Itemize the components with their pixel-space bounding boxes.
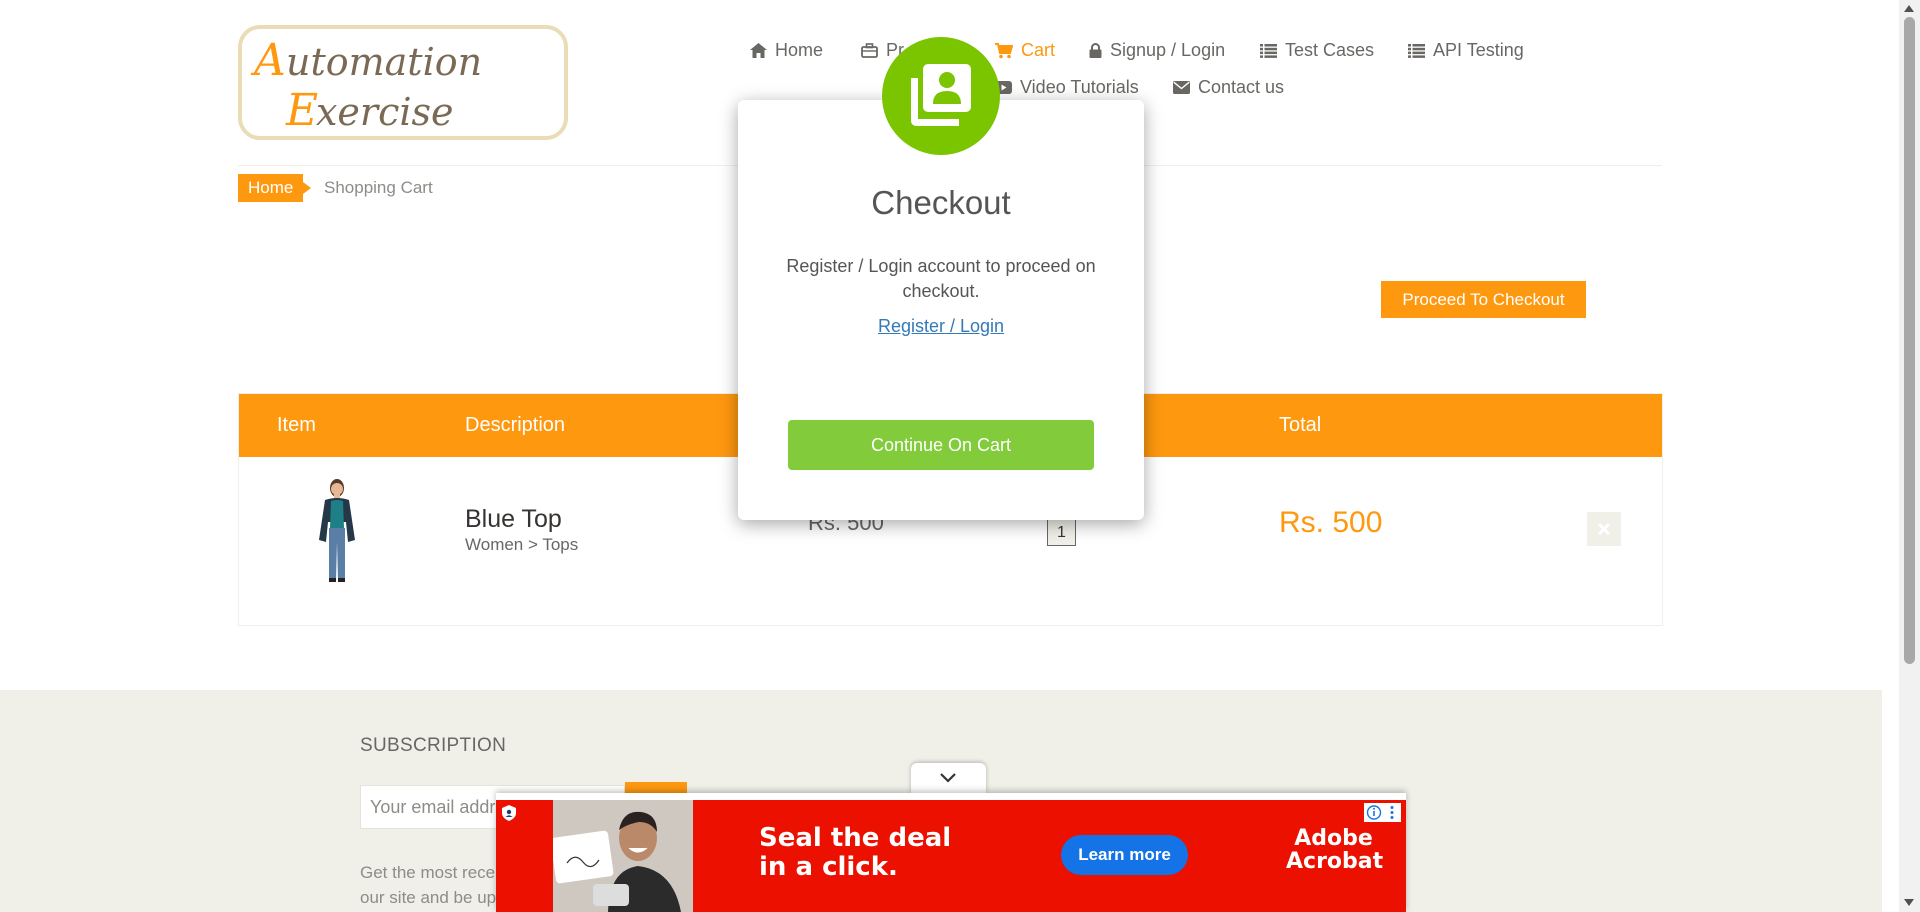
product-quantity: 1 — [1047, 519, 1076, 546]
list-icon — [1408, 43, 1425, 58]
nav-cart-label: Cart — [1021, 40, 1056, 60]
product-image[interactable] — [305, 478, 369, 583]
logo-initial-a: A — [250, 35, 286, 86]
site-logo[interactable]: A utomation E xercise — [238, 25, 568, 140]
logo-line2: xercise — [316, 90, 454, 134]
logo-wordmark: A utomation E xercise — [250, 35, 482, 136]
nav-contact-us-label: Contact us — [1198, 77, 1285, 97]
nav-home[interactable]: Home — [750, 40, 823, 61]
nav-test-cases[interactable]: Test Cases — [1260, 40, 1374, 61]
checkout-modal: Checkout Register / Login account to pro… — [738, 100, 1144, 520]
ad-photo — [553, 800, 693, 912]
lock-icon — [1089, 43, 1102, 58]
logo-line1: utomation — [286, 40, 482, 84]
scroll-down-arrow[interactable] — [1904, 899, 1914, 906]
modal-body: Register / Login account to proceed on c… — [786, 256, 1096, 301]
ad-privacy-icon[interactable] — [500, 804, 518, 822]
nav-test-cases-label: Test Cases — [1285, 40, 1375, 60]
chevron-down-icon — [940, 773, 956, 783]
product-category: Women > Tops — [465, 535, 579, 554]
list-icon — [1260, 43, 1277, 58]
contact-book-icon — [911, 64, 971, 126]
ad-headline-line2: in a click. — [759, 852, 898, 882]
nav-api-testing[interactable]: API Testing — [1408, 40, 1524, 61]
register-login-link[interactable]: Register / Login — [738, 316, 1144, 337]
logo-initial-e: E — [285, 85, 318, 136]
continue-on-cart-button[interactable]: Continue On Cart — [788, 420, 1094, 470]
nav-contact-us[interactable]: Contact us — [1173, 77, 1284, 98]
proceed-to-checkout-button[interactable]: Proceed To Checkout — [1381, 281, 1586, 318]
product-total: Rs. 500 — [1279, 506, 1383, 539]
page: A utomation E xercise Home Pr Cart Signu… — [0, 0, 1882, 912]
header-item: Item — [277, 414, 316, 436]
ad-headline-line1: Seal the deal — [759, 823, 952, 853]
ad-person-image — [553, 800, 693, 912]
nav-signup-login-label: Signup / Login — [1110, 40, 1226, 60]
ad-banner[interactable]: Seal the deal in a click. Learn more Ado… — [496, 793, 1406, 912]
ad-collapse-button[interactable] — [911, 763, 986, 793]
briefcase-icon — [861, 43, 878, 58]
ad-brand: Adobe Acrobat — [1286, 826, 1384, 874]
header-total: Total — [1279, 414, 1322, 436]
nav-video-tutorials-label: Video Tutorials — [1020, 77, 1139, 97]
cart-icon — [995, 42, 1013, 58]
nav-api-testing-label: API Testing — [1433, 40, 1524, 60]
page-scrollbar[interactable] — [1899, 0, 1920, 912]
envelope-icon — [1173, 81, 1190, 94]
header-description: Description — [465, 414, 566, 436]
home-icon — [750, 43, 767, 58]
modal-header-icon — [882, 37, 1000, 155]
delete-item-button[interactable] — [1587, 512, 1621, 546]
nav-video-tutorials[interactable]: Video Tutorials — [995, 77, 1139, 98]
breadcrumb-home[interactable]: Home — [238, 174, 312, 202]
scroll-thumb[interactable] — [1904, 17, 1915, 664]
scroll-up-arrow[interactable] — [1904, 5, 1914, 12]
ad-learn-more-button[interactable]: Learn more — [1061, 835, 1188, 875]
nav-signup-login[interactable]: Signup / Login — [1089, 40, 1225, 61]
modal-title: Checkout — [871, 184, 1011, 221]
close-icon — [1597, 522, 1611, 536]
ad-headline: Seal the deal in a click. — [759, 824, 951, 882]
subscription-title: SUBSCRIPTION — [360, 735, 507, 756]
ad-brand-line2: Acrobat — [1286, 849, 1384, 874]
ad-brand-line1: Adobe — [1294, 826, 1373, 851]
nav-home-label: Home — [775, 40, 824, 60]
nav-cart[interactable]: Cart — [995, 40, 1055, 61]
ad-info-controls[interactable] — [1364, 803, 1401, 822]
ad-info-icon — [1366, 805, 1394, 820]
breadcrumb-current: Shopping Cart — [324, 178, 433, 197]
product-name[interactable]: Blue Top — [465, 505, 562, 534]
